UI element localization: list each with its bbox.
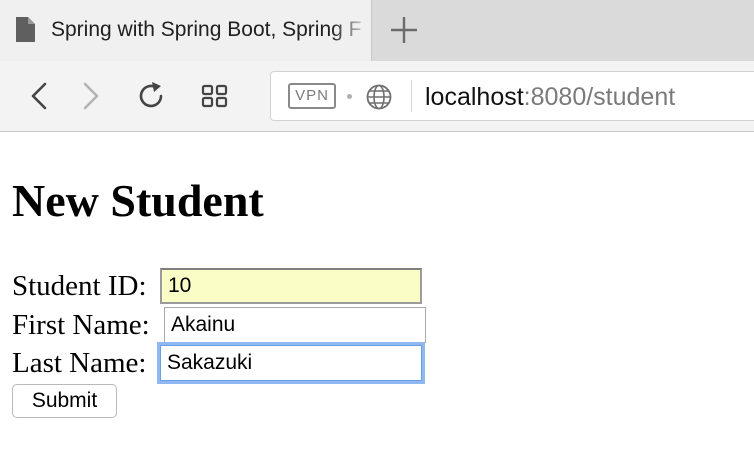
tab-title-fade — [331, 10, 371, 50]
document-icon — [14, 16, 36, 43]
chevron-left-icon[interactable] — [24, 79, 58, 113]
grid-icon[interactable] — [198, 79, 232, 113]
vpn-badge[interactable]: VPN — [288, 83, 336, 109]
last-name-field[interactable] — [160, 345, 422, 381]
browser-chrome: Spring with Spring Boot, Spring Framewor… — [0, 0, 754, 132]
address-bar-divider — [411, 80, 412, 112]
student-id-label: Student ID: — [12, 270, 147, 302]
browser-tab[interactable]: Spring with Spring Boot, Spring Framewor… — [0, 0, 372, 61]
tab-strip: Spring with Spring Boot, Spring Framewor… — [0, 0, 754, 61]
first-name-label: First Name: — [12, 309, 150, 341]
url-host: localhost — [425, 83, 524, 111]
address-bar[interactable]: VPN localhost:8080/student — [270, 71, 754, 121]
reload-icon[interactable] — [134, 79, 168, 113]
page-content: New Student Student ID: First Name: Last… — [0, 132, 754, 464]
page-title: New Student — [12, 175, 264, 226]
first-name-field[interactable] — [164, 307, 426, 343]
plus-icon[interactable] — [386, 12, 422, 48]
last-name-label: Last Name: — [12, 347, 147, 379]
chevron-right-icon[interactable] — [74, 79, 108, 113]
student-id-field[interactable] — [160, 268, 422, 304]
url-text[interactable]: localhost:8080/student — [425, 82, 675, 112]
separator-dot — [347, 94, 352, 99]
navigation-toolbar: VPN localhost:8080/student — [0, 61, 754, 131]
submit-button[interactable]: Submit — [12, 384, 117, 418]
url-path: :8080/student — [523, 83, 676, 111]
globe-icon[interactable] — [365, 83, 393, 111]
tab-title: Spring with Spring Boot, Spring Framewor… — [51, 18, 361, 41]
